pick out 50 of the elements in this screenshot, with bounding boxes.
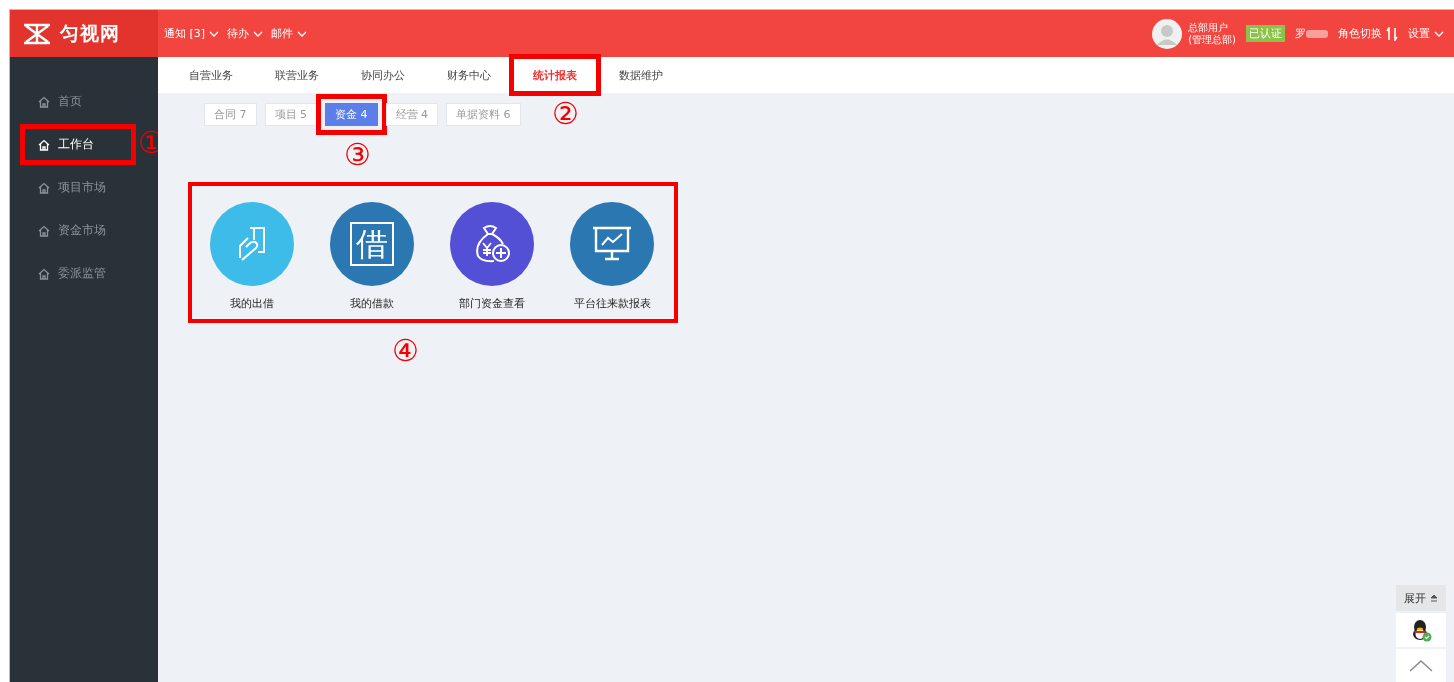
caret-icon bbox=[297, 30, 308, 37]
penguin-chat-button[interactable] bbox=[1396, 613, 1446, 647]
sidebar-item[interactable]: 项目市场 bbox=[28, 175, 128, 200]
nav-tab[interactable]: 自营业务 bbox=[168, 57, 254, 93]
user-role-text: 总部用户 bbox=[1188, 21, 1230, 34]
nav-tab[interactable]: 数据维护 bbox=[598, 57, 684, 93]
caret-icon bbox=[1434, 30, 1444, 37]
app-button[interactable]: 借 bbox=[330, 202, 414, 286]
caret-icon bbox=[209, 30, 220, 37]
step-number: ④ bbox=[392, 336, 419, 366]
step-number: ② bbox=[552, 99, 579, 129]
step-number: ③ bbox=[344, 140, 371, 170]
logo-icon bbox=[22, 21, 52, 46]
expand-button[interactable]: 展开 bbox=[1396, 585, 1446, 611]
caret-icon bbox=[253, 30, 264, 37]
penguin-icon bbox=[1410, 618, 1432, 642]
username-text: 罗 bbox=[1295, 26, 1306, 41]
category-tab[interactable]: 项目 5 bbox=[264, 103, 317, 126]
menu-dropdown[interactable]: 邮件 bbox=[271, 26, 308, 41]
swap-arrows-icon bbox=[1386, 26, 1398, 41]
home-icon bbox=[38, 95, 50, 108]
chevron-up-icon bbox=[1409, 660, 1433, 672]
app-label: 部门资金查看 bbox=[459, 296, 525, 311]
home-icon bbox=[38, 224, 50, 237]
home-icon bbox=[38, 181, 50, 194]
home-icon bbox=[38, 138, 50, 151]
settings-dropdown[interactable]: 设置 bbox=[1408, 26, 1444, 41]
sidebar-item[interactable]: 委派监管 bbox=[28, 261, 128, 286]
blurred-name bbox=[1306, 29, 1328, 38]
app-label: 平台往来款报表 bbox=[573, 296, 651, 311]
menu-dropdown[interactable]: 待办 bbox=[227, 26, 264, 41]
collapse-arrow-icon bbox=[1430, 594, 1438, 602]
menu-dropdown[interactable]: 通知 [3] bbox=[164, 26, 220, 41]
app-label: 我的借款 bbox=[350, 296, 394, 311]
nav-tab[interactable]: 协同办公 bbox=[340, 57, 426, 93]
nav-tab[interactable]: 财务中心 bbox=[426, 57, 512, 93]
logo-text: 匀视网 bbox=[60, 20, 120, 46]
avatar-icon bbox=[1152, 18, 1183, 49]
role-switch-button[interactable]: 角色切换 bbox=[1338, 26, 1398, 41]
category-tab[interactable]: 合同 7 bbox=[204, 103, 257, 126]
category-tab[interactable]: 单据资料 6 bbox=[446, 103, 521, 126]
nav-tab[interactable]: 联营业务 bbox=[254, 57, 340, 93]
verified-badge: 已认证 bbox=[1246, 25, 1285, 42]
sidebar-item[interactable]: 首页 bbox=[28, 89, 128, 114]
sidebar-item[interactable]: 资金市场 bbox=[28, 218, 128, 243]
app-label: 我的出借 bbox=[230, 296, 274, 311]
glyph-icon: 借 bbox=[350, 222, 394, 266]
user-dept-text: (管理总部) bbox=[1188, 33, 1236, 46]
category-tab[interactable]: 经营 4 bbox=[385, 103, 438, 126]
home-icon bbox=[38, 267, 50, 280]
